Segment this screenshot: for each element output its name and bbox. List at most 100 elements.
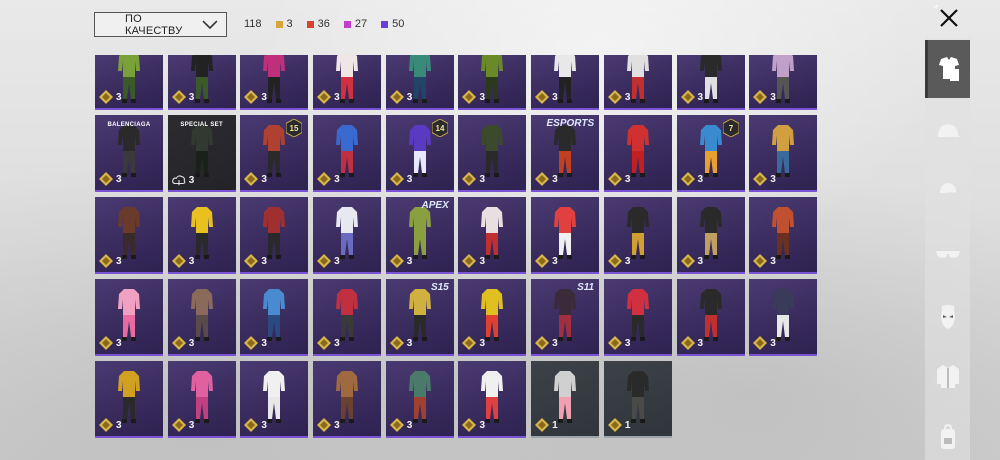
season-tag: APEX <box>421 200 449 211</box>
outfit-tile[interactable]: 3 <box>95 55 163 110</box>
item-quantity: 3 <box>753 336 776 350</box>
quantity-value: 3 <box>479 337 485 349</box>
item-quantity: 3 <box>244 418 267 432</box>
sidebar-tab-outfit[interactable] <box>925 40 970 98</box>
sort-dropdown[interactable]: ПО КАЧЕСТВУ <box>94 12 227 37</box>
item-quantity: 3 <box>389 336 412 350</box>
outfit-tile[interactable]: 3 <box>167 279 236 356</box>
rank-diamond-icon <box>680 336 695 350</box>
rank-diamond-icon <box>607 172 622 186</box>
rank-diamond-icon <box>389 418 404 432</box>
item-quantity: 3 <box>244 90 267 104</box>
outfit-tile[interactable]: ESPORTS 3 <box>531 115 600 192</box>
outfit-tile[interactable]: 3 <box>603 115 672 192</box>
outfit-tile[interactable]: 3 <box>603 55 672 110</box>
rank-diamond-icon <box>753 254 768 268</box>
item-quantity: 3 <box>389 254 412 268</box>
outfit-tile[interactable]: 1 <box>531 361 600 438</box>
outfit-tile[interactable]: 73 <box>676 115 745 192</box>
outfit-tile[interactable]: 3 <box>458 115 527 192</box>
item-quantity: 3 <box>244 254 267 268</box>
outfit-tile[interactable]: BALENCIAGA 3 <box>95 115 163 192</box>
sidebar-tab-jacket[interactable] <box>925 347 970 405</box>
quantity-value: 3 <box>624 173 631 185</box>
quantity-value: 3 <box>770 173 776 185</box>
outfit-tile[interactable]: 3 <box>95 197 163 274</box>
outfit-tile[interactable]: 3 <box>313 361 382 438</box>
outfit-tile[interactable]: 14 3 <box>385 115 454 192</box>
outfit-tile[interactable]: 3 <box>385 55 454 110</box>
svg-text:15: 15 <box>290 124 299 133</box>
cloud-icon <box>171 175 186 186</box>
sidebar-tab-cap[interactable] <box>925 162 970 220</box>
rank-diamond-icon <box>535 418 550 432</box>
rarity-count-rare: 50 <box>381 18 404 30</box>
outfit-tile[interactable]: 3 <box>95 279 163 356</box>
quantity-value: 3 <box>261 419 267 431</box>
outfit-tile[interactable]: 3 <box>313 197 382 274</box>
outfit-tile[interactable]: 15 3 <box>240 115 309 192</box>
outfit-tile[interactable]: 3 <box>458 279 527 356</box>
outfit-tile[interactable]: 3 <box>240 197 309 274</box>
quantity-value: 3 <box>261 91 267 103</box>
outfit-tile[interactable]: 3 <box>385 361 454 438</box>
outfit-tile[interactable]: 3 <box>603 197 672 274</box>
outfit-tile[interactable]: 3 <box>676 279 745 356</box>
outfit-tile[interactable]: 3 <box>458 197 527 274</box>
season-tag: S11 <box>577 282 595 293</box>
outfit-tile[interactable]: 3 <box>95 361 163 438</box>
outfit-tile[interactable]: 3 <box>531 55 600 110</box>
rank-diamond-icon <box>462 336 477 350</box>
outfit-tile[interactable]: 3 <box>676 55 745 110</box>
rank-diamond-icon <box>753 90 768 104</box>
outfit-tile[interactable]: 3 <box>749 55 818 110</box>
outfit-tile[interactable]: 3 <box>531 197 600 274</box>
outfit-tile[interactable]: S15 3 <box>385 279 454 356</box>
outfit-tile[interactable]: 3 <box>313 55 382 110</box>
sidebar-tab-backpack[interactable] <box>925 408 970 460</box>
rank-diamond-icon <box>317 418 332 432</box>
outfit-tile[interactable]: 3 <box>603 279 672 356</box>
item-quantity: 3 <box>607 254 630 268</box>
quantity-value: 3 <box>552 337 558 349</box>
item-quantity: 3 <box>535 336 558 350</box>
rank-diamond-icon <box>389 90 404 104</box>
level-badge-icon: 15 <box>286 119 303 137</box>
outfit-tile[interactable]: 3 <box>240 279 309 356</box>
outfit-tile[interactable]: 3 <box>749 115 818 192</box>
outfit-tile[interactable]: 1 <box>603 361 672 438</box>
rank-diamond-icon <box>317 254 332 268</box>
item-quantity: 3 <box>171 336 194 350</box>
outfit-tile[interactable]: APEX 3 <box>385 197 454 274</box>
rank-diamond-icon <box>607 418 622 432</box>
outfit-tile[interactable]: S11 3 <box>531 279 600 356</box>
outfit-tile[interactable]: 3 <box>240 361 309 438</box>
outfit-tile[interactable]: SPECIAL SET 3 <box>167 115 236 192</box>
outfit-tile[interactable]: 3 <box>676 197 745 274</box>
outfit-tile[interactable]: 3 <box>749 279 818 356</box>
item-quantity: 3 <box>462 172 485 186</box>
item-quantity: 3 <box>389 418 412 432</box>
quantity-value: 3 <box>697 173 704 185</box>
outfit-tile[interactable]: 3 <box>240 55 309 110</box>
outfit-tile[interactable]: 3 <box>167 55 236 110</box>
outfit-icon <box>939 57 959 81</box>
item-quantity: 3 <box>680 90 703 104</box>
close-icon[interactable] <box>934 5 964 33</box>
sidebar-tab-glasses[interactable] <box>925 225 970 283</box>
quantity-value: 3 <box>552 173 558 185</box>
item-quantity: 3 <box>317 172 340 186</box>
outfit-tile[interactable]: 3 <box>313 115 382 192</box>
sidebar-tab-mask[interactable] <box>925 288 970 346</box>
outfit-tile[interactable]: 3 <box>313 279 382 356</box>
outfit-tile[interactable]: 3 <box>167 361 236 438</box>
rank-diamond-icon <box>680 90 695 104</box>
sidebar-tab-helmet[interactable] <box>925 104 970 162</box>
item-quantity: 3 <box>462 254 485 268</box>
outfit-tile[interactable]: 3 <box>749 197 818 274</box>
outfit-tile[interactable]: 3 <box>458 55 527 110</box>
outfit-tile[interactable]: 3 <box>167 197 236 274</box>
rank-diamond-icon <box>680 172 695 186</box>
rank-diamond-icon <box>535 254 550 268</box>
outfit-tile[interactable]: 3 <box>458 361 527 438</box>
